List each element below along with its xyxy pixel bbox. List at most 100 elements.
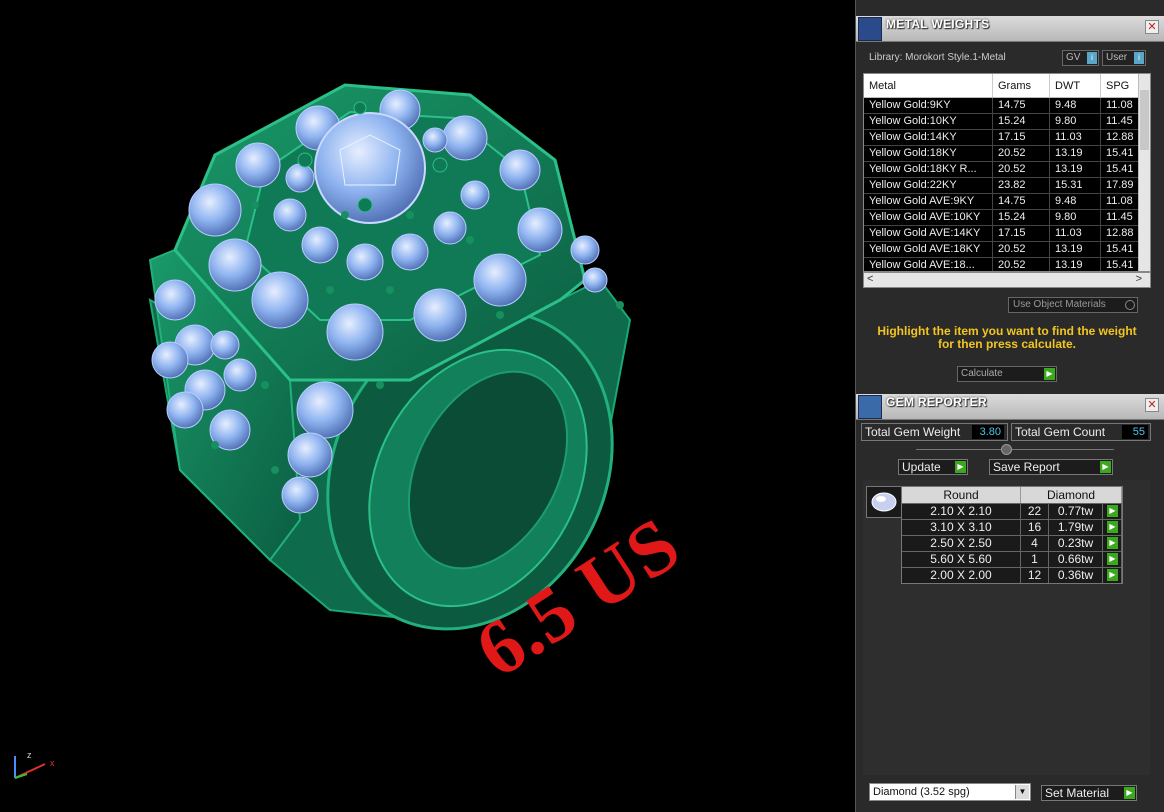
side-panel: METAL WEIGHTS ✕ Library: Morokort Style.…	[855, 0, 1164, 812]
set-material-button[interactable]: Set Material ▶	[1041, 785, 1137, 801]
column-dwt[interactable]: DWT	[1050, 74, 1101, 97]
metal-weights-logo-icon	[858, 17, 882, 41]
gem-cell-weight: 1.79tw	[1049, 520, 1103, 535]
cell-metal: Yellow Gold:10KY	[864, 114, 993, 129]
cell-dwt: 9.48	[1050, 194, 1101, 209]
update-label: Update	[902, 460, 941, 474]
cell-grams: 20.52	[993, 242, 1050, 257]
use-object-materials-label: Use Object Materials	[1013, 299, 1106, 310]
cell-metal: Yellow Gold AVE:14KY	[864, 226, 993, 241]
use-object-materials-toggle[interactable]: Use Object Materials	[1008, 297, 1138, 313]
table-row[interactable]: Yellow Gold:18KY R... 20.52 13.19 15.41	[864, 162, 1150, 178]
save-report-label: Save Report	[993, 460, 1060, 474]
play-icon: ▶	[1100, 461, 1111, 473]
total-gem-count-label: Total Gem Count	[1015, 425, 1106, 439]
horizontal-scrollbar[interactable]: < >	[863, 272, 1151, 288]
play-icon: ▶	[955, 461, 966, 473]
ring-model	[148, 83, 632, 631]
material-select[interactable]: Diamond (3.52 spg) ▼	[869, 783, 1031, 801]
cell-metal: Yellow Gold:18KY R...	[864, 162, 993, 177]
gem-cell-size: 5.60 X 5.60	[902, 552, 1021, 567]
cell-dwt: 15.31	[1050, 178, 1101, 193]
cell-grams: 15.24	[993, 210, 1050, 225]
user-button[interactable]: User i	[1102, 50, 1146, 66]
table-row[interactable]: Yellow Gold AVE:14KY 17.15 11.03 12.88	[864, 226, 1150, 242]
cell-dwt: 13.19	[1050, 162, 1101, 177]
update-button[interactable]: Update ▶	[898, 459, 968, 475]
cell-metal: Yellow Gold:14KY	[864, 130, 993, 145]
splitter-line	[916, 449, 1114, 450]
cell-metal: Yellow Gold:9KY	[864, 98, 993, 113]
scroll-left-icon[interactable]: <	[867, 273, 873, 285]
user-button-label: User	[1106, 52, 1128, 63]
table-row[interactable]: Yellow Gold:14KY 17.15 11.03 12.88	[864, 130, 1150, 146]
metal-table-header: Metal Grams DWT SPG	[864, 74, 1150, 98]
material-select-value: Diamond (3.52 spg)	[873, 786, 970, 798]
total-gem-weight-label: Total Gem Weight	[865, 425, 961, 439]
select-gem-button[interactable]: ▶	[1103, 552, 1122, 567]
metal-table[interactable]: Metal Grams DWT SPG Yellow Gold:9KY 14.75…	[863, 73, 1151, 272]
cell-dwt: 9.48	[1050, 98, 1101, 113]
metal-weights-title: METAL WEIGHTS	[886, 17, 990, 31]
cell-metal: Yellow Gold:22KY	[864, 178, 993, 193]
gem-row[interactable]: 5.60 X 5.60 1 0.66tw ▶	[902, 551, 1122, 567]
gem-row[interactable]: 3.10 X 3.10 16 1.79tw ▶	[902, 519, 1122, 535]
gem-cell-count: 16	[1021, 520, 1049, 535]
cell-dwt: 9.80	[1050, 114, 1101, 129]
table-row[interactable]: Yellow Gold:22KY 23.82 15.31 17.89	[864, 178, 1150, 194]
select-gem-button[interactable]: ▶	[1103, 568, 1122, 583]
gv-button[interactable]: GV i	[1062, 50, 1099, 66]
close-icon[interactable]: ✕	[1145, 398, 1159, 412]
set-material-label: Set Material	[1045, 786, 1110, 800]
select-gem-button[interactable]: ▶	[1103, 536, 1122, 551]
close-icon[interactable]: ✕	[1145, 20, 1159, 34]
column-grams[interactable]: Grams	[993, 74, 1050, 97]
cell-dwt: 11.03	[1050, 130, 1101, 145]
axis-gizmo	[14, 756, 46, 779]
gem-reporter-logo-icon	[858, 395, 882, 419]
table-row[interactable]: Yellow Gold:18KY 20.52 13.19 15.41	[864, 146, 1150, 162]
total-gem-count: Total Gem Count 55	[1011, 423, 1151, 441]
calculate-button[interactable]: Calculate ▶	[957, 366, 1057, 382]
gem-table: Round Diamond 2.10 X 2.10 22 0.77tw ▶ 3.10 X…	[901, 486, 1123, 584]
vertical-scrollbar[interactable]	[1138, 74, 1150, 271]
radio-icon	[1125, 300, 1135, 310]
cell-grams: 20.52	[993, 162, 1050, 177]
gem-reporter-header: GEM REPORTER ✕	[856, 394, 1164, 420]
column-metal[interactable]: Metal	[864, 74, 993, 97]
table-row[interactable]: Yellow Gold:9KY 14.75 9.48 11.08	[864, 98, 1150, 114]
scroll-thumb[interactable]	[1140, 90, 1149, 150]
cell-grams: 20.52	[993, 146, 1050, 161]
metal-weights-header: METAL WEIGHTS ✕	[856, 16, 1164, 42]
table-row[interactable]: Yellow Gold AVE:9KY 14.75 9.48 11.08	[864, 194, 1150, 210]
play-icon: ▶	[1107, 569, 1118, 581]
gem-shape-icon	[871, 492, 897, 512]
table-row[interactable]: Yellow Gold AVE:18... 20.52 13.19 15.41	[864, 258, 1150, 271]
round-gem-icon	[866, 486, 902, 518]
chevron-down-icon[interactable]: ▼	[1015, 785, 1029, 799]
table-row[interactable]: Yellow Gold:10KY 15.24 9.80 11.45	[864, 114, 1150, 130]
axis-x-label: x	[50, 758, 55, 768]
scroll-right-icon[interactable]: >	[1136, 273, 1142, 285]
gem-cell-count: 22	[1021, 504, 1049, 519]
gem-table-header: Round Diamond	[902, 487, 1122, 503]
save-report-button[interactable]: Save Report ▶	[989, 459, 1113, 475]
cell-grams: 17.15	[993, 226, 1050, 241]
splitter-handle[interactable]	[1001, 444, 1012, 455]
gem-row[interactable]: 2.10 X 2.10 22 0.77tw ▶	[902, 503, 1122, 519]
3d-viewport[interactable]: 6.5 US z x	[0, 0, 855, 812]
calculate-label: Calculate	[961, 368, 1003, 379]
cell-grams: 14.75	[993, 194, 1050, 209]
play-icon: ▶	[1107, 537, 1118, 549]
instruction-message: Highlight the item you want to find the …	[877, 324, 1137, 351]
gem-reporter-title: GEM REPORTER	[886, 395, 987, 409]
gem-cell-weight: 0.36tw	[1049, 568, 1103, 583]
table-row[interactable]: Yellow Gold AVE:18KY 20.52 13.19 15.41	[864, 242, 1150, 258]
table-row[interactable]: Yellow Gold AVE:10KY 15.24 9.80 11.45	[864, 210, 1150, 226]
select-gem-button[interactable]: ▶	[1103, 504, 1122, 519]
total-gem-count-value: 55	[1122, 425, 1148, 439]
gem-row[interactable]: 2.00 X 2.00 12 0.36tw ▶	[902, 567, 1122, 583]
gem-row[interactable]: 2.50 X 2.50 4 0.23tw ▶	[902, 535, 1122, 551]
select-gem-button[interactable]: ▶	[1103, 520, 1122, 535]
play-icon: ▶	[1124, 787, 1135, 799]
